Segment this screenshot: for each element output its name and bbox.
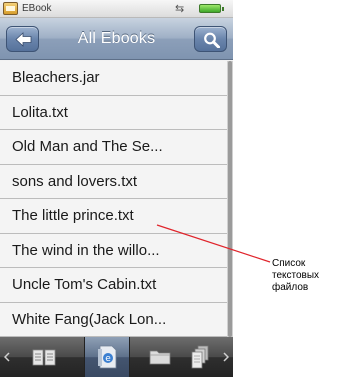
annotation-pointer-line <box>156 224 271 263</box>
annotation-label: Список текстовых файлов <box>272 258 320 293</box>
